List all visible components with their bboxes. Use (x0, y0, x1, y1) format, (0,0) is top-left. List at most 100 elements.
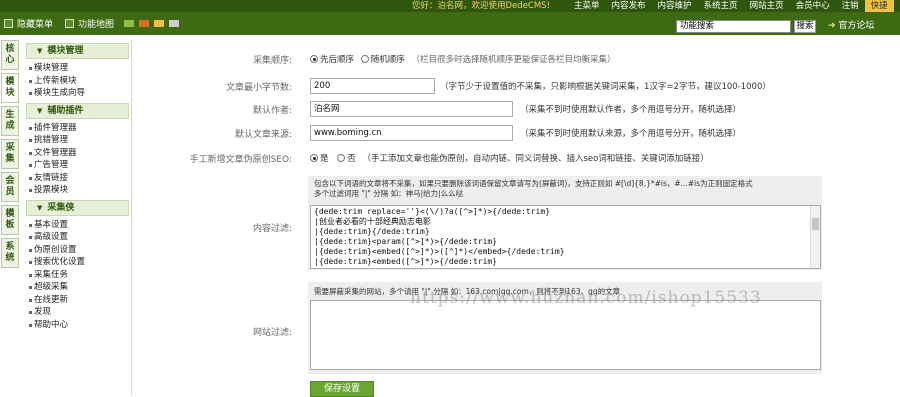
top-nav-item[interactable]: 会员中心 (790, 0, 836, 12)
vertical-tab[interactable]: 系 统 (1, 238, 19, 268)
top-nav-item[interactable]: 系统主页 (698, 0, 744, 12)
source-label: 默认文章来源: (234, 130, 292, 140)
content-filter-textarea[interactable]: {dede:trim replace=''}<(\/)?a([^>]*)>{/d… (310, 205, 821, 269)
filter-note-line1: 包含以下词语的文章将不采集，如果只要删除该词语保留文章请写为(屏蔽词)，支持正则… (314, 179, 753, 188)
vertical-tabs: 核 心模 块生 成采 集会 员模 板系 统 (0, 40, 20, 271)
top-nav-item[interactable]: 内容维护 (652, 0, 698, 12)
collapse-arrow-icon: ▼ (37, 106, 43, 115)
top-nav: 主菜单 内容发布 内容维护 系统主页 网站主页 会员中心 注销 快捷 (568, 0, 894, 12)
order-hint: （栏目很多时选择随机顺序更能保证各栏目均衡采集） (411, 55, 616, 65)
skin-swatch-grey[interactable] (169, 20, 180, 27)
content-filter-label: 内容过滤: (252, 224, 292, 234)
sidebar-item[interactable]: 投票模块 (24, 184, 131, 197)
content-filter-note: 包含以下词语的文章将不采集，如果只要删除该词语保留文章请写为(屏蔽词)，支持正则… (314, 179, 753, 199)
author-input[interactable]: 泊名网 (310, 101, 513, 117)
sidebar: ▼ 模块管理 模块管理 上传新模块 模块生成向导 ▼ 辅助插件 插件管理器 挑错管理 文件管理器广… (24, 40, 132, 396)
sidebar-item[interactable]: 模块管理 (24, 62, 131, 75)
scrollbar-thumb[interactable] (812, 218, 819, 230)
skin-swatch-yellow[interactable] (154, 20, 165, 27)
site-map-icon[interactable] (65, 19, 75, 28)
sidebar-item[interactable]: 上传新模块 (24, 75, 131, 88)
min-bytes-label: 文章最小字节数: (225, 83, 292, 93)
source-hint: （采集不到时使用默认来源，多个用逗号分开，随机选择） (520, 129, 742, 139)
sidebar-item[interactable]: 超级采集 (24, 281, 131, 294)
save-settings-button[interactable]: 保存设置 (310, 381, 374, 397)
site-map-link[interactable]: 功能地图 (78, 17, 114, 30)
filter-note-line2: 多个过滤词用 "|" 分隔 如：神马|给力|么么哒 (314, 189, 464, 198)
top-nav-item[interactable]: 网站主页 (744, 0, 790, 12)
filter-line: |{dede:trim}<embed([^>]*)>{/dede:trim} (314, 257, 498, 266)
skin-swatch-orange[interactable] (139, 20, 150, 27)
order-random-radio[interactable] (360, 55, 369, 63)
skin-swatch-green[interactable] (124, 20, 135, 27)
collapse-arrow-icon: ▼ (37, 203, 43, 212)
author-label: 默认作者: (252, 106, 292, 116)
vertical-tab[interactable]: 核 心 (1, 40, 19, 70)
sidebar-section-header[interactable]: ▼ 模块管理 (26, 43, 129, 59)
sidebar-item[interactable]: 挑错管理 (24, 134, 131, 147)
sidebar-item[interactable]: 伪原创设置 (24, 244, 131, 257)
sidebar-item[interactable]: 友情链接 (24, 172, 131, 185)
filter-line: |创业者必看的十部经典励志电影 (314, 217, 431, 226)
sidebar-item[interactable]: 广告管理 (24, 159, 131, 172)
filter-line: {dede:trim replace=''}<(\/)?a([^>]*)>{/d… (314, 207, 551, 216)
official-forum-link[interactable]: ➜ 官方论坛 (828, 20, 874, 33)
vertical-tab[interactable]: 生 成 (1, 106, 19, 136)
watermark: https://www.huzhan.com/ishop15533 (410, 288, 762, 308)
author-hint: （采集不到时使用默认作者，多个用逗号分开，随机选择） (520, 105, 742, 115)
sidebar-item[interactable]: 高级设置 (24, 231, 131, 244)
forum-arrow-icon: ➜ (828, 21, 839, 31)
function-search-input[interactable]: 功能搜索 (676, 20, 791, 33)
textarea-scrollbar[interactable] (810, 206, 820, 268)
vertical-tab[interactable]: 模 板 (1, 205, 19, 235)
welcome-text: 您好：泊名网，欢迎使用DedeCMS! (412, 1, 550, 11)
seo-label: 手工新增文章伪原创SEO: (189, 155, 292, 165)
seo-no-label: 否 (347, 154, 356, 164)
order-label: 采集顺序: (252, 56, 292, 66)
top-nav-item[interactable]: 主菜单 (568, 0, 606, 12)
sidebar-item[interactable]: 插件管理器 (24, 122, 131, 135)
sidebar-item[interactable]: 文件管理器 (24, 147, 131, 160)
min-bytes-hint: （字节少于设置值的不采集，只影响根据关键词采集，1汉字=2字节，建议100-10… (440, 82, 771, 92)
top-left-tools: 隐藏菜单 功能地图 (4, 17, 180, 30)
sidebar-section-header[interactable]: ▼ 采集侠 (26, 199, 129, 216)
source-input[interactable]: www.boming.cn (310, 125, 513, 141)
search-button[interactable]: 搜索 (794, 20, 816, 33)
site-filter-textarea[interactable] (310, 300, 821, 370)
vertical-tab[interactable]: 模 块 (1, 73, 19, 103)
sidebar-item[interactable]: 发现 (24, 306, 131, 319)
sidebar-section-title: 模块管理 (47, 46, 84, 56)
filter-line: |{dede:trim}<param([^>]*)>{/dede:trim} (314, 237, 498, 246)
order-random-label: 随机顺序 (370, 55, 405, 65)
sidebar-item[interactable]: 基本设置 (24, 219, 131, 232)
hide-menu-icon[interactable] (4, 19, 13, 28)
top-nav-item[interactable]: 快捷 (864, 0, 894, 12)
seo-yes-label: 是 (320, 154, 329, 164)
vertical-tab[interactable]: 采 集 (1, 139, 19, 169)
settings-form: 采集顺序: 先后顺序 随机顺序 （栏目很多时选择随机顺序更能保证各栏目均衡采集）… (162, 38, 900, 397)
sidebar-item[interactable]: 搜索优化设置 (24, 256, 131, 269)
top-bar: 您好：泊名网，欢迎使用DedeCMS! 主菜单 内容发布 内容维护 系统主页 网站主页会… (0, 0, 900, 35)
top-nav-item[interactable]: 注销 (836, 0, 865, 12)
filter-line: |{dede:trim}{/dede:trim} (314, 227, 430, 236)
sidebar-item[interactable]: 模块生成向导 (24, 87, 131, 100)
seo-no-radio[interactable] (337, 154, 346, 162)
site-filter-label: 网站过滤: (252, 328, 292, 338)
min-bytes-input[interactable]: 200 (310, 78, 435, 94)
collapse-arrow-icon: ▼ (37, 47, 43, 55)
sidebar-section-title: 辅助插件 (47, 105, 84, 116)
sidebar-item[interactable]: 采集任务 (24, 269, 131, 282)
sidebar-item[interactable]: 帮助中心 (24, 319, 131, 332)
filter-line: |{dede:trim}<embed([^>]*)>([^]*)</embed>… (314, 247, 565, 256)
seo-hint: （手工添加文章也能伪原创，自动内链、同义词替换、插入seo词和链接、关键词添加链… (362, 154, 709, 164)
hide-menu-link[interactable]: 隐藏菜单 (17, 17, 53, 30)
vertical-tab[interactable]: 会 员 (1, 172, 19, 202)
sidebar-item[interactable]: 在线更新 (24, 294, 131, 307)
seo-yes-radio[interactable] (310, 154, 318, 162)
top-nav-item[interactable]: 内容发布 (606, 0, 652, 12)
forum-label: 官方论坛 (838, 21, 875, 31)
sidebar-section-title: 采集侠 (47, 202, 75, 213)
order-sequential-label: 先后顺序 (320, 55, 355, 65)
order-sequential-radio[interactable] (310, 55, 318, 63)
sidebar-section-header[interactable]: ▼ 辅助插件 (26, 102, 129, 119)
